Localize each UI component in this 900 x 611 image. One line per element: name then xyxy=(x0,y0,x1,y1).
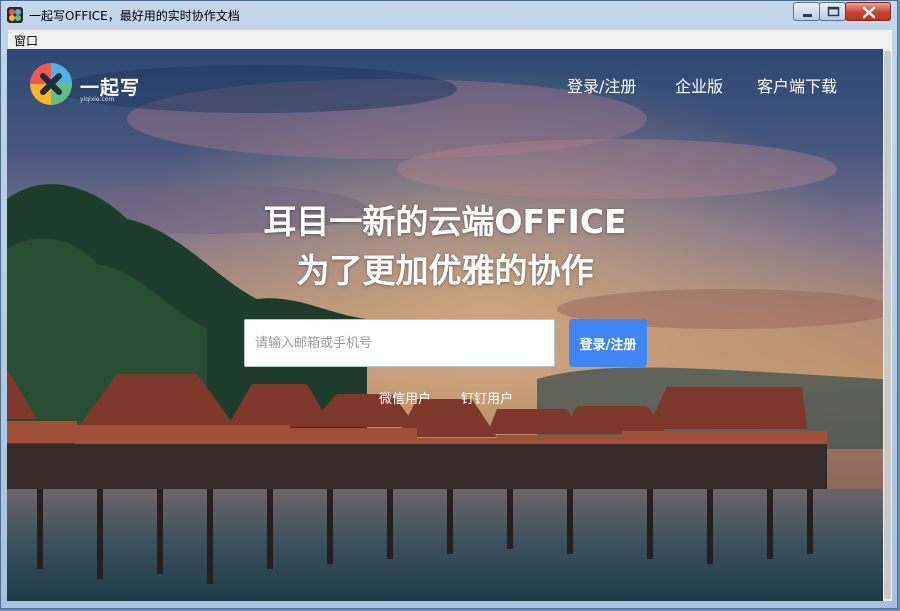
close-icon xyxy=(862,6,876,19)
dingtalk-login-link[interactable]: 钉钉用户 xyxy=(461,388,513,407)
minimize-button[interactable] xyxy=(793,2,820,21)
brand-domain: yiqixie.com xyxy=(80,96,115,103)
scrollbar-thumb[interactable] xyxy=(884,51,891,599)
close-button[interactable] xyxy=(845,2,891,21)
nav-login-register[interactable]: 登录/注册 xyxy=(567,73,636,97)
minimize-icon xyxy=(803,14,812,17)
login-register-button[interactable]: 登录/注册 xyxy=(569,319,647,367)
app-icon xyxy=(7,7,23,23)
wechat-login-link[interactable]: 微信用户 xyxy=(379,388,431,407)
hero-headline: 耳目一新的云端OFFICE xyxy=(263,202,627,241)
brand-logo-icon[interactable] xyxy=(29,62,73,106)
email-phone-input[interactable] xyxy=(244,319,555,367)
hero-subheadline: 为了更加优雅的协作 xyxy=(296,251,594,290)
window-title: 一起写OFFICE，最好用的实时协作文档 xyxy=(29,9,240,23)
nav-client-download[interactable]: 客户端下载 xyxy=(757,73,837,97)
maximize-icon xyxy=(827,6,840,17)
nav-enterprise[interactable]: 企业版 xyxy=(675,73,723,97)
vertical-scrollbar[interactable] xyxy=(883,49,892,601)
menu-bar: 窗口 xyxy=(8,30,892,50)
menu-item-window[interactable]: 窗口 xyxy=(14,32,38,49)
web-content: 一起写 yiqixie.com 登录/注册 企业版 客户端下载 耳目一新的云端O… xyxy=(7,49,883,601)
maximize-button[interactable] xyxy=(819,2,846,21)
title-bar[interactable]: 一起写OFFICE，最好用的实时协作文档 xyxy=(1,1,897,29)
